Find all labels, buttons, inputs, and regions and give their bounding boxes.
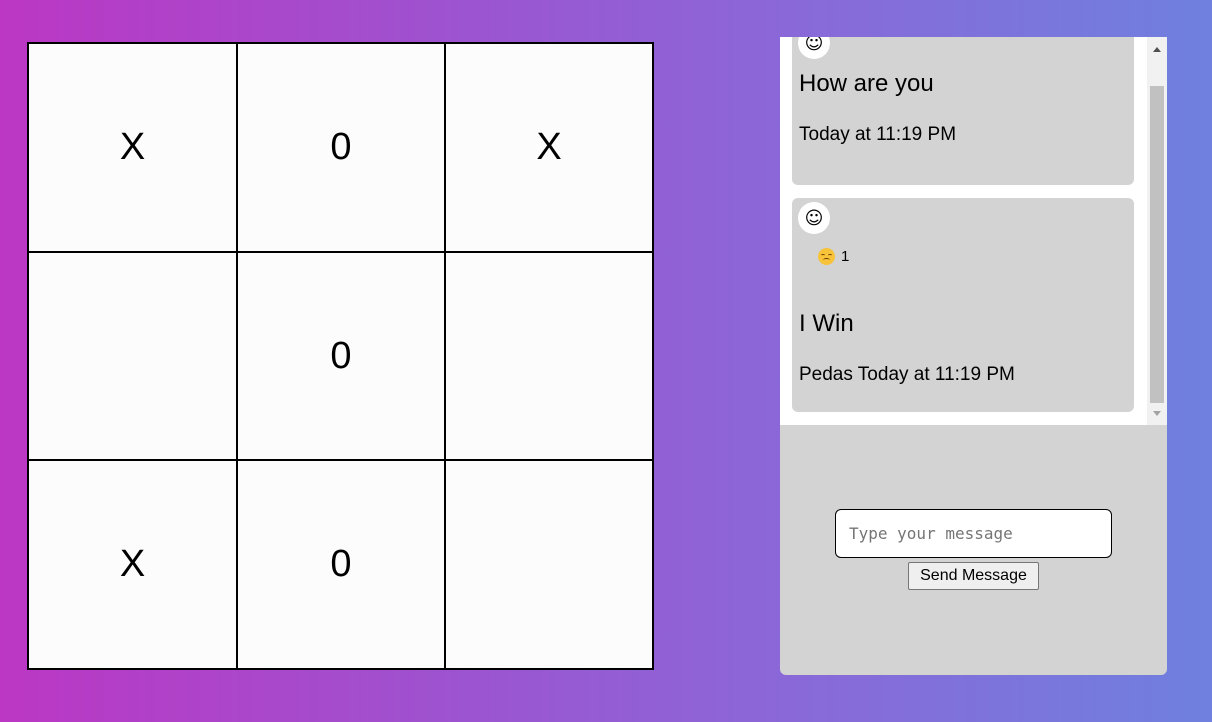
- smiley-face-icon: ☺: [798, 37, 830, 59]
- message-author-timestamp: Pedas Today at 11:19 PM: [799, 364, 1015, 385]
- board-cell-1[interactable]: X: [28, 43, 237, 252]
- board-cell-8[interactable]: 0: [237, 460, 445, 669]
- message-text: I Win: [799, 310, 854, 337]
- message-timestamp: Today at 11:19 PM: [799, 124, 957, 145]
- scrollbar-thumb[interactable]: [1150, 86, 1164, 403]
- board-cell-3[interactable]: X: [445, 43, 653, 252]
- board-cell-6[interactable]: [445, 252, 653, 460]
- board-cell-2[interactable]: 0: [237, 43, 445, 252]
- chat-panel: ☺ How are you Today at 11:19 PM ☺ 1 I Wi…: [780, 37, 1167, 675]
- board-cell-9[interactable]: [445, 460, 653, 669]
- scroll-up-arrow-icon[interactable]: [1147, 39, 1167, 59]
- smiley-face-icon: ☺: [798, 202, 830, 234]
- chat-message: ☺ 1 I Win Pedas Today at 11:19 PM: [792, 198, 1134, 412]
- pensive-face-emoji-icon: [818, 248, 835, 265]
- reaction-count: 1: [841, 248, 850, 265]
- board-cell-7[interactable]: X: [28, 460, 237, 669]
- message-reaction[interactable]: 1: [818, 248, 849, 265]
- message-list-scrollbar[interactable]: [1147, 37, 1167, 425]
- tic-tac-toe-board: X 0 X 0 X 0: [27, 42, 654, 670]
- message-text: How are you: [799, 70, 934, 97]
- board-cell-5[interactable]: 0: [237, 252, 445, 460]
- message-list[interactable]: ☺ How are you Today at 11:19 PM ☺ 1 I Wi…: [780, 37, 1167, 425]
- send-message-button[interactable]: Send Message: [908, 562, 1039, 590]
- board-cell-4[interactable]: [28, 252, 237, 460]
- chat-message: ☺ How are you Today at 11:19 PM: [792, 37, 1134, 185]
- scroll-down-arrow-icon[interactable]: [1147, 403, 1167, 423]
- message-input[interactable]: [835, 509, 1112, 558]
